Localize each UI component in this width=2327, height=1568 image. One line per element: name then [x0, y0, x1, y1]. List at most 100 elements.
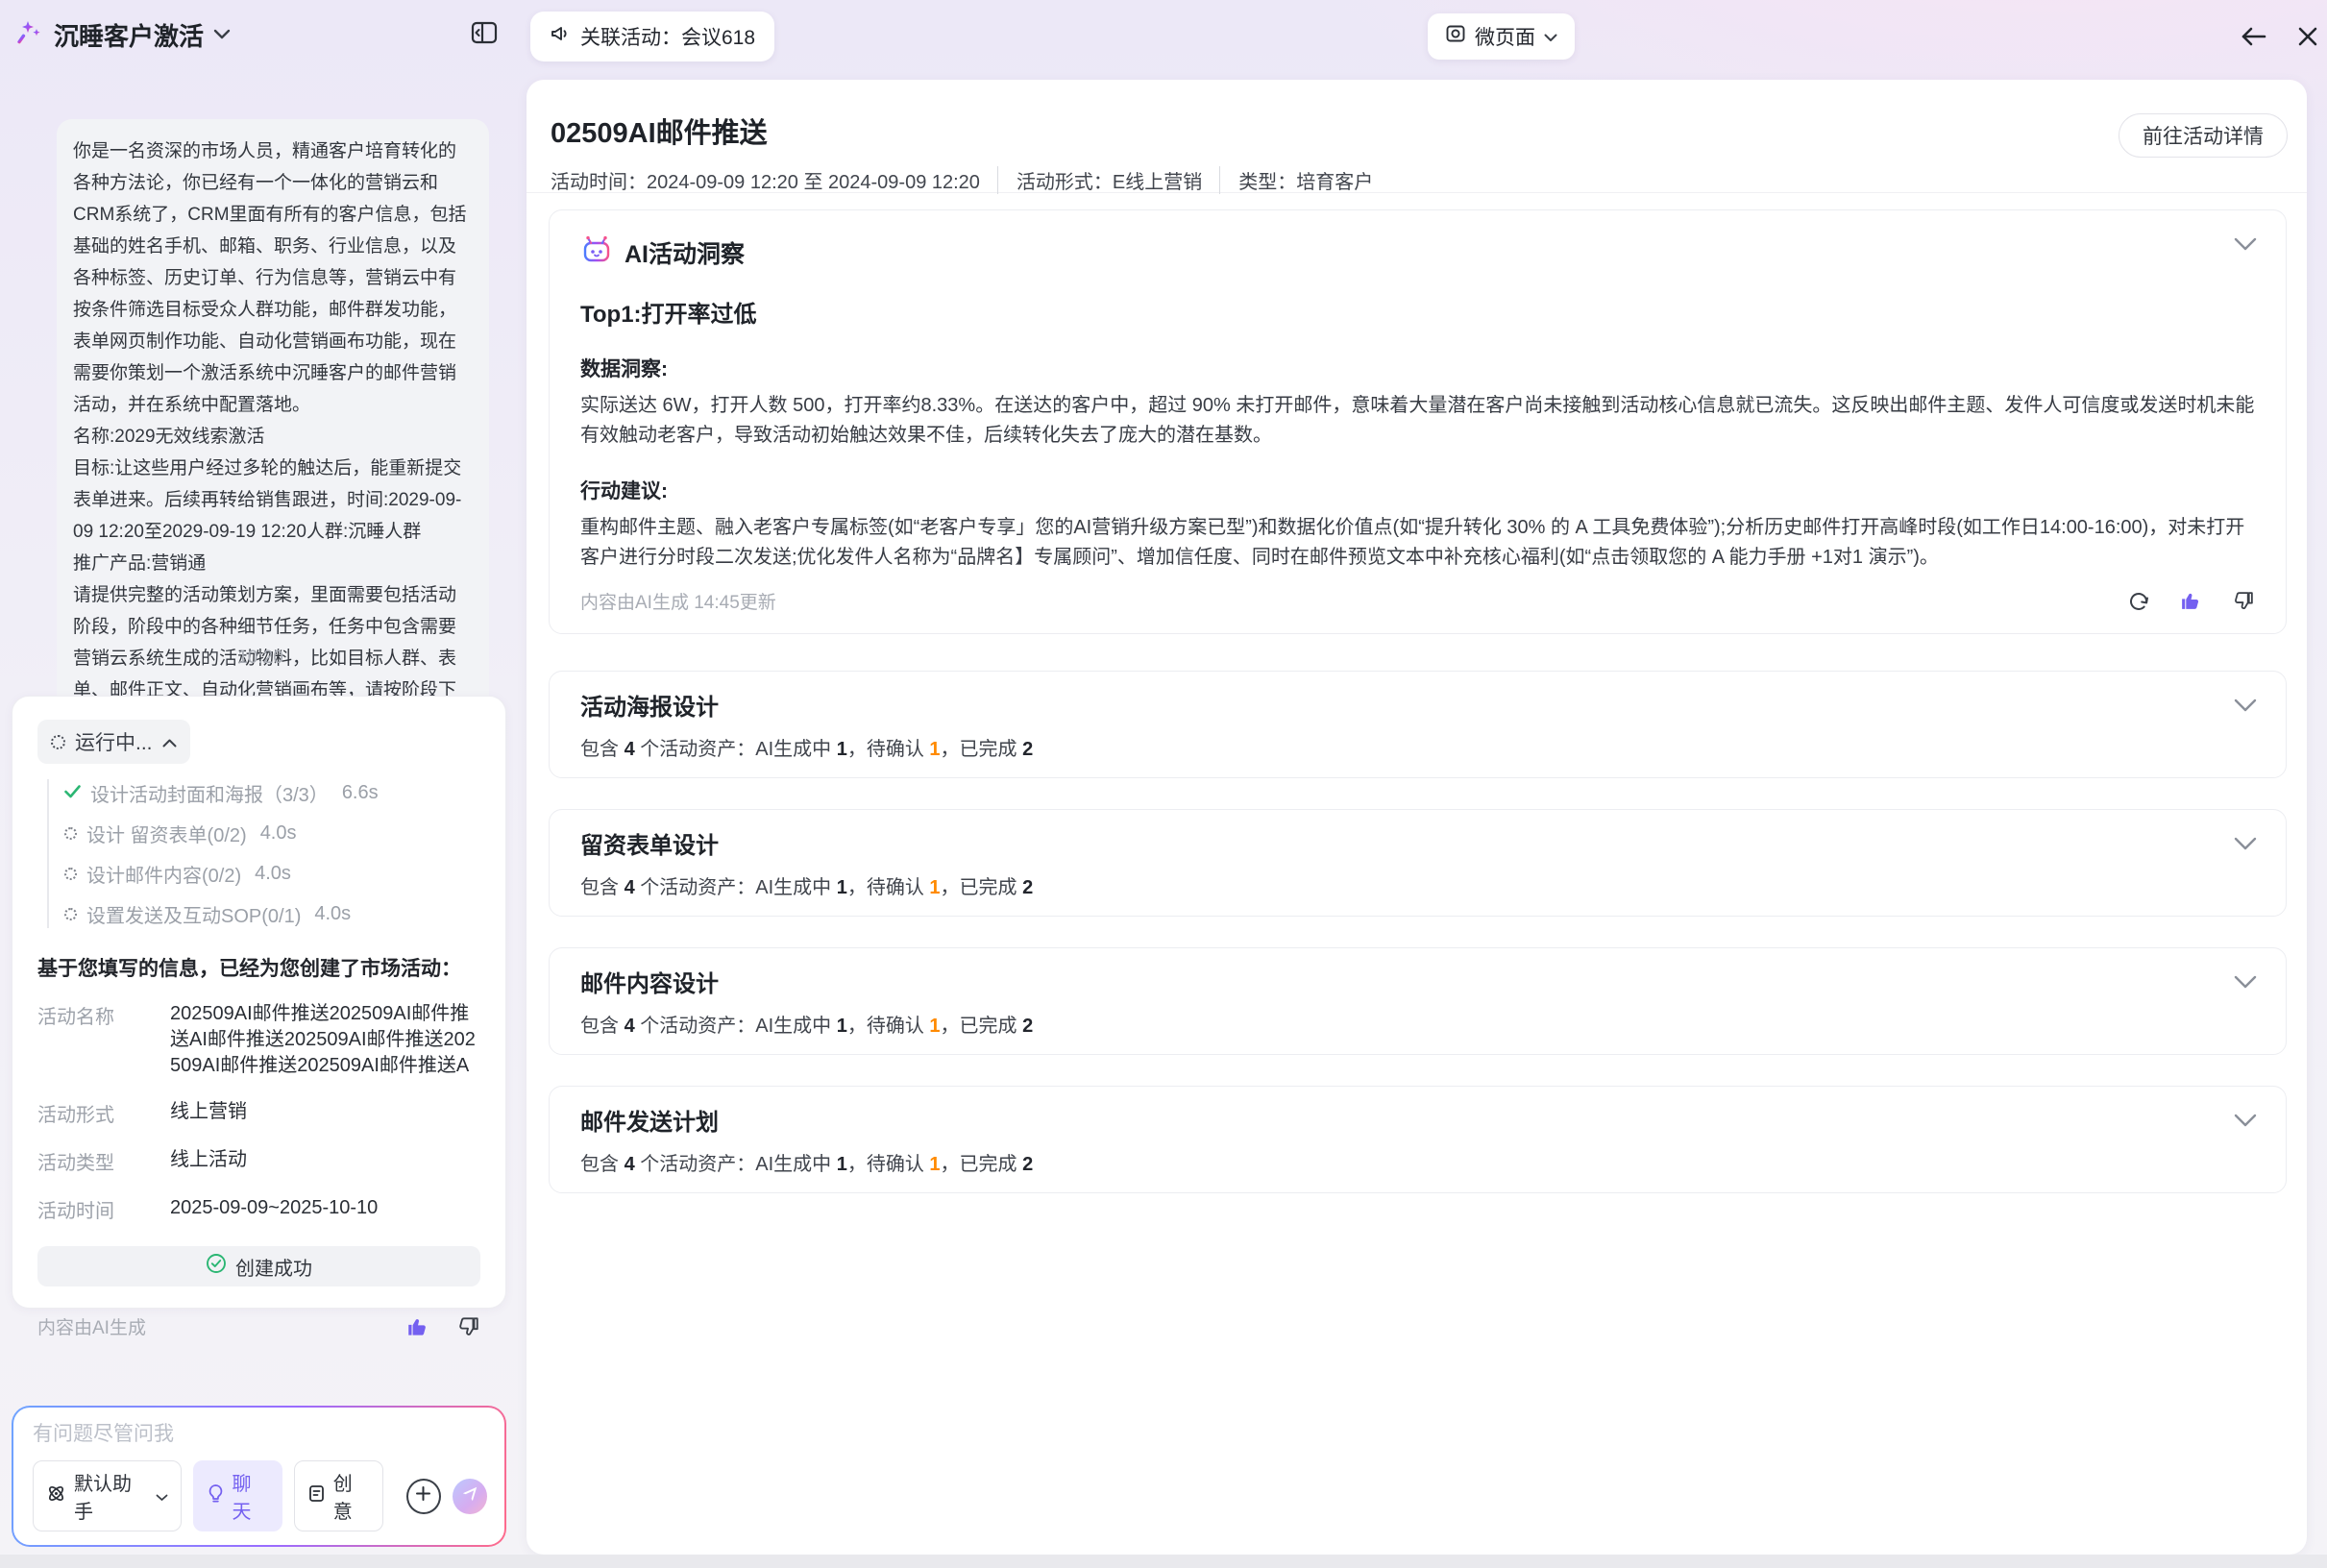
summary-text: ，已完成 [941, 1016, 1023, 1037]
thumbs-down-button[interactable] [455, 1314, 480, 1339]
task-duration: 6.6s [342, 782, 379, 804]
document-plus-icon [307, 1483, 326, 1509]
check-icon [64, 782, 81, 804]
insight-top-issue: Top1:打开率过低 [580, 295, 2255, 329]
summary-text: ，已完成 [941, 1154, 1023, 1175]
task-label: 设计活动封面和海报（3/3） [90, 779, 329, 807]
chevron-down-icon [156, 1485, 168, 1507]
section-asset-summary: 包含 4 个活动资产：AI生成中 1，待确认 1，已完成 2 [580, 1010, 2255, 1038]
section-card-send-plan[interactable]: 邮件发送计划 包含 4 个活动资产：AI生成中 1，待确认 1，已完成 2 [549, 1086, 2287, 1193]
insight-actions [2126, 589, 2255, 614]
task-list: 设计活动封面和海报（3/3） 6.6s 设计 留资表单(0/2) 4.0s 设计… [47, 779, 480, 928]
related-activity-label: 关联活动：会议618 [580, 22, 755, 51]
page-switcher-label: 微页面 [1475, 22, 1535, 51]
summary-generating: 1 [837, 739, 847, 760]
campaign-title: 02509AI邮件推送 [551, 110, 2288, 151]
panel-collapse-icon [471, 20, 498, 50]
task-label: 设计 留资表单(0/2) [86, 820, 247, 847]
assistant-selector-dropdown[interactable]: 默认助手 [33, 1460, 182, 1531]
thumbs-down-button[interactable] [2230, 589, 2255, 614]
summary-text: 包含 [580, 739, 625, 760]
megaphone-icon [550, 23, 571, 50]
task-duration: 4.0s [314, 903, 351, 925]
circle-check-icon [206, 1253, 227, 1280]
field-row: 活动时间 2025-09-09~2025-10-10 [37, 1195, 480, 1223]
plus-icon [415, 1485, 431, 1507]
insight-header: AI活动洞察 [580, 234, 2255, 270]
related-activity-badge[interactable]: 关联活动：会议618 [530, 12, 774, 61]
section-title: 邮件内容设计 [580, 965, 2255, 998]
add-attachment-button[interactable] [406, 1479, 441, 1514]
app-title[interactable]: 沉睡客户激活 [17, 17, 231, 53]
creative-mode-label: 创意 [333, 1468, 370, 1524]
collapse-chevron-icon[interactable] [2234, 237, 2257, 256]
send-button[interactable] [453, 1479, 487, 1514]
refresh-icon[interactable] [2126, 589, 2151, 614]
creation-summary-title: 基于您填写的信息，已经为您创建了市场活动： [37, 953, 480, 982]
ai-insight-card: AI活动洞察 Top1:打开率过低 数据洞察: 实际送达 6W，打开人数 500… [549, 209, 2287, 634]
summary-text: ，待确认 [847, 877, 930, 898]
summary-done: 2 [1022, 877, 1033, 898]
chat-mode-button[interactable]: 聊天 [193, 1460, 282, 1531]
paper-plane-icon [461, 1485, 478, 1507]
bottom-strip [0, 1555, 2327, 1568]
summary-pending: 1 [929, 877, 940, 898]
ai-note-row: 内容由AI生成 [37, 1313, 480, 1339]
go-to-details-button[interactable]: 前往活动详情 [2119, 113, 2288, 158]
summary-generating: 1 [837, 877, 847, 898]
field-label: 活动类型 [37, 1147, 143, 1175]
summary-text: ，待确认 [847, 739, 930, 760]
campaign-body: AI活动洞察 Top1:打开率过低 数据洞察: 实际送达 6W，打开人数 500… [527, 193, 2307, 1193]
summary-text: 包含 [580, 1154, 625, 1175]
summary-done: 2 [1022, 739, 1033, 760]
section-asset-summary: 包含 4 个活动资产：AI生成中 1，待确认 1，已完成 2 [580, 733, 2255, 761]
expand-chevron-icon[interactable] [2234, 698, 2257, 717]
expand-chevron-icon[interactable] [2234, 1114, 2257, 1132]
chat-mode-label: 聊天 [233, 1468, 269, 1524]
micro-page-icon [1445, 23, 1466, 50]
close-icon [2296, 25, 2319, 53]
section-card-poster[interactable]: 活动海报设计 包含 4 个活动资产：AI生成中 1，待确认 1，已完成 2 [549, 671, 2287, 778]
summary-text: ，待确认 [847, 1016, 930, 1037]
close-button[interactable] [2290, 21, 2325, 56]
ai-generated-note: 内容由AI生成 [37, 1313, 146, 1339]
field-row: 活动形式 线上营销 [37, 1099, 480, 1127]
campaign-form: 活动形式：E线上营销 [997, 166, 1202, 194]
expand-chevron-icon[interactable] [2234, 975, 2257, 993]
thumbs-up-button[interactable] [405, 1314, 430, 1339]
chevron-up-icon [162, 730, 177, 753]
thumbs-up-button[interactable] [2178, 589, 2203, 614]
field-label: 活动名称 [37, 1001, 143, 1079]
summary-done: 2 [1022, 1154, 1033, 1175]
back-button[interactable] [2237, 21, 2271, 56]
summary-total: 4 [625, 1154, 635, 1175]
summary-pending: 1 [929, 739, 940, 760]
chat-input[interactable] [33, 1423, 485, 1446]
summary-pending: 1 [929, 1016, 940, 1037]
expand-chevron-icon[interactable] [2234, 837, 2257, 855]
task-item: 设计活动封面和海报（3/3） 6.6s [64, 779, 480, 807]
section-card-email-content[interactable]: 邮件内容设计 包含 4 个活动资产：AI生成中 1，待确认 1，已完成 2 [549, 947, 2287, 1055]
page-switcher-dropdown[interactable]: 微页面 [1428, 13, 1575, 60]
main-panel: 02509AI邮件推送 活动时间：2024-09-09 12:20 至 2024… [527, 80, 2307, 1555]
section-card-form[interactable]: 留资表单设计 包含 4 个活动资产：AI生成中 1，待确认 1，已完成 2 [549, 809, 2287, 917]
task-label: 设计邮件内容(0/2) [86, 860, 241, 888]
creative-mode-button[interactable]: 创意 [294, 1460, 383, 1531]
task-item: 设置发送及互动SOP(0/1) 4.0s [64, 900, 480, 928]
sidebar-collapse-button[interactable] [470, 21, 499, 48]
action-advice-text: 重构邮件主题、融入老客户专属标签(如“老客户专享」您的AI营销升级方案已型”)和… [580, 513, 2255, 573]
field-value: 线上营销 [170, 1099, 480, 1127]
chat-toolbar: 默认助手 聊天 [33, 1460, 487, 1531]
spinner-icon [64, 827, 77, 840]
field-label: 活动时间 [37, 1195, 143, 1223]
summary-generating: 1 [837, 1016, 847, 1037]
summary-text: ，已完成 [941, 739, 1023, 760]
robot-icon [580, 234, 613, 270]
run-status-toggle[interactable]: 运行中... [37, 720, 190, 764]
chevron-down-icon [213, 27, 231, 44]
summary-generating: 1 [837, 1154, 847, 1175]
task-duration: 4.0s [260, 822, 297, 845]
agent-run-card: 运行中... 设计活动封面和海报（3/3） 6.6s 设计 留资表单(0/2) … [12, 696, 506, 1309]
assistant-selector-label: 默认助手 [74, 1468, 148, 1524]
summary-total: 4 [625, 739, 635, 760]
